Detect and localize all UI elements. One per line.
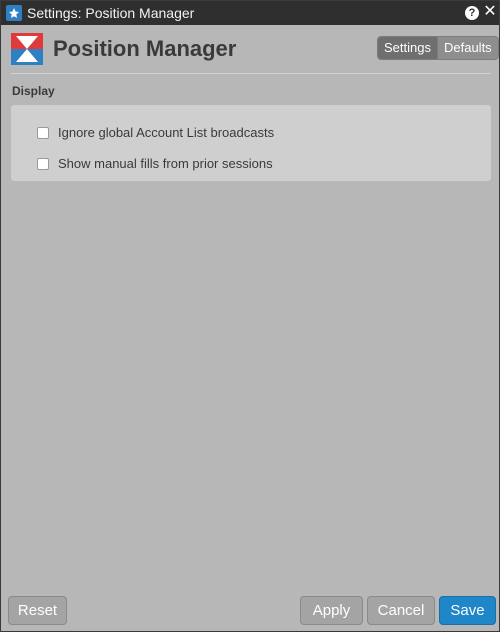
settings-defaults-toggle: Settings Defaults bbox=[377, 36, 499, 60]
settings-header: Position Manager Settings Defaults bbox=[1, 25, 499, 73]
cancel-button[interactable]: Cancel bbox=[367, 596, 435, 625]
ignore-broadcasts-label[interactable]: Ignore global Account List broadcasts bbox=[58, 125, 274, 140]
tab-defaults[interactable]: Defaults bbox=[436, 37, 498, 59]
close-icon[interactable]: ✕ bbox=[483, 4, 497, 20]
show-manual-fills-label[interactable]: Show manual fills from prior sessions bbox=[58, 156, 273, 171]
header-divider bbox=[11, 73, 491, 74]
page-title: Position Manager bbox=[53, 36, 237, 61]
window-title: Settings: Position Manager bbox=[27, 5, 195, 21]
apply-button[interactable]: Apply bbox=[300, 596, 363, 625]
settings-window: Settings: Position Manager ? ✕ Position … bbox=[0, 0, 500, 632]
ignore-broadcasts-checkbox[interactable] bbox=[37, 126, 49, 139]
reset-button[interactable]: Reset bbox=[8, 596, 67, 625]
display-options-panel: Ignore global Account List broadcasts Sh… bbox=[11, 105, 491, 181]
tab-settings[interactable]: Settings bbox=[378, 37, 437, 59]
save-button[interactable]: Save bbox=[439, 596, 496, 625]
ignore-broadcasts-option[interactable]: Ignore global Account List broadcasts bbox=[37, 125, 274, 140]
app-logo-icon bbox=[6, 5, 22, 21]
show-manual-fills-option[interactable]: Show manual fills from prior sessions bbox=[37, 156, 273, 171]
show-manual-fills-checkbox[interactable] bbox=[37, 157, 49, 170]
position-manager-logo-icon bbox=[11, 33, 43, 65]
title-bar[interactable]: Settings: Position Manager ? ✕ bbox=[1, 1, 499, 25]
display-section-title: Display bbox=[12, 84, 55, 98]
help-icon[interactable]: ? bbox=[465, 6, 479, 20]
